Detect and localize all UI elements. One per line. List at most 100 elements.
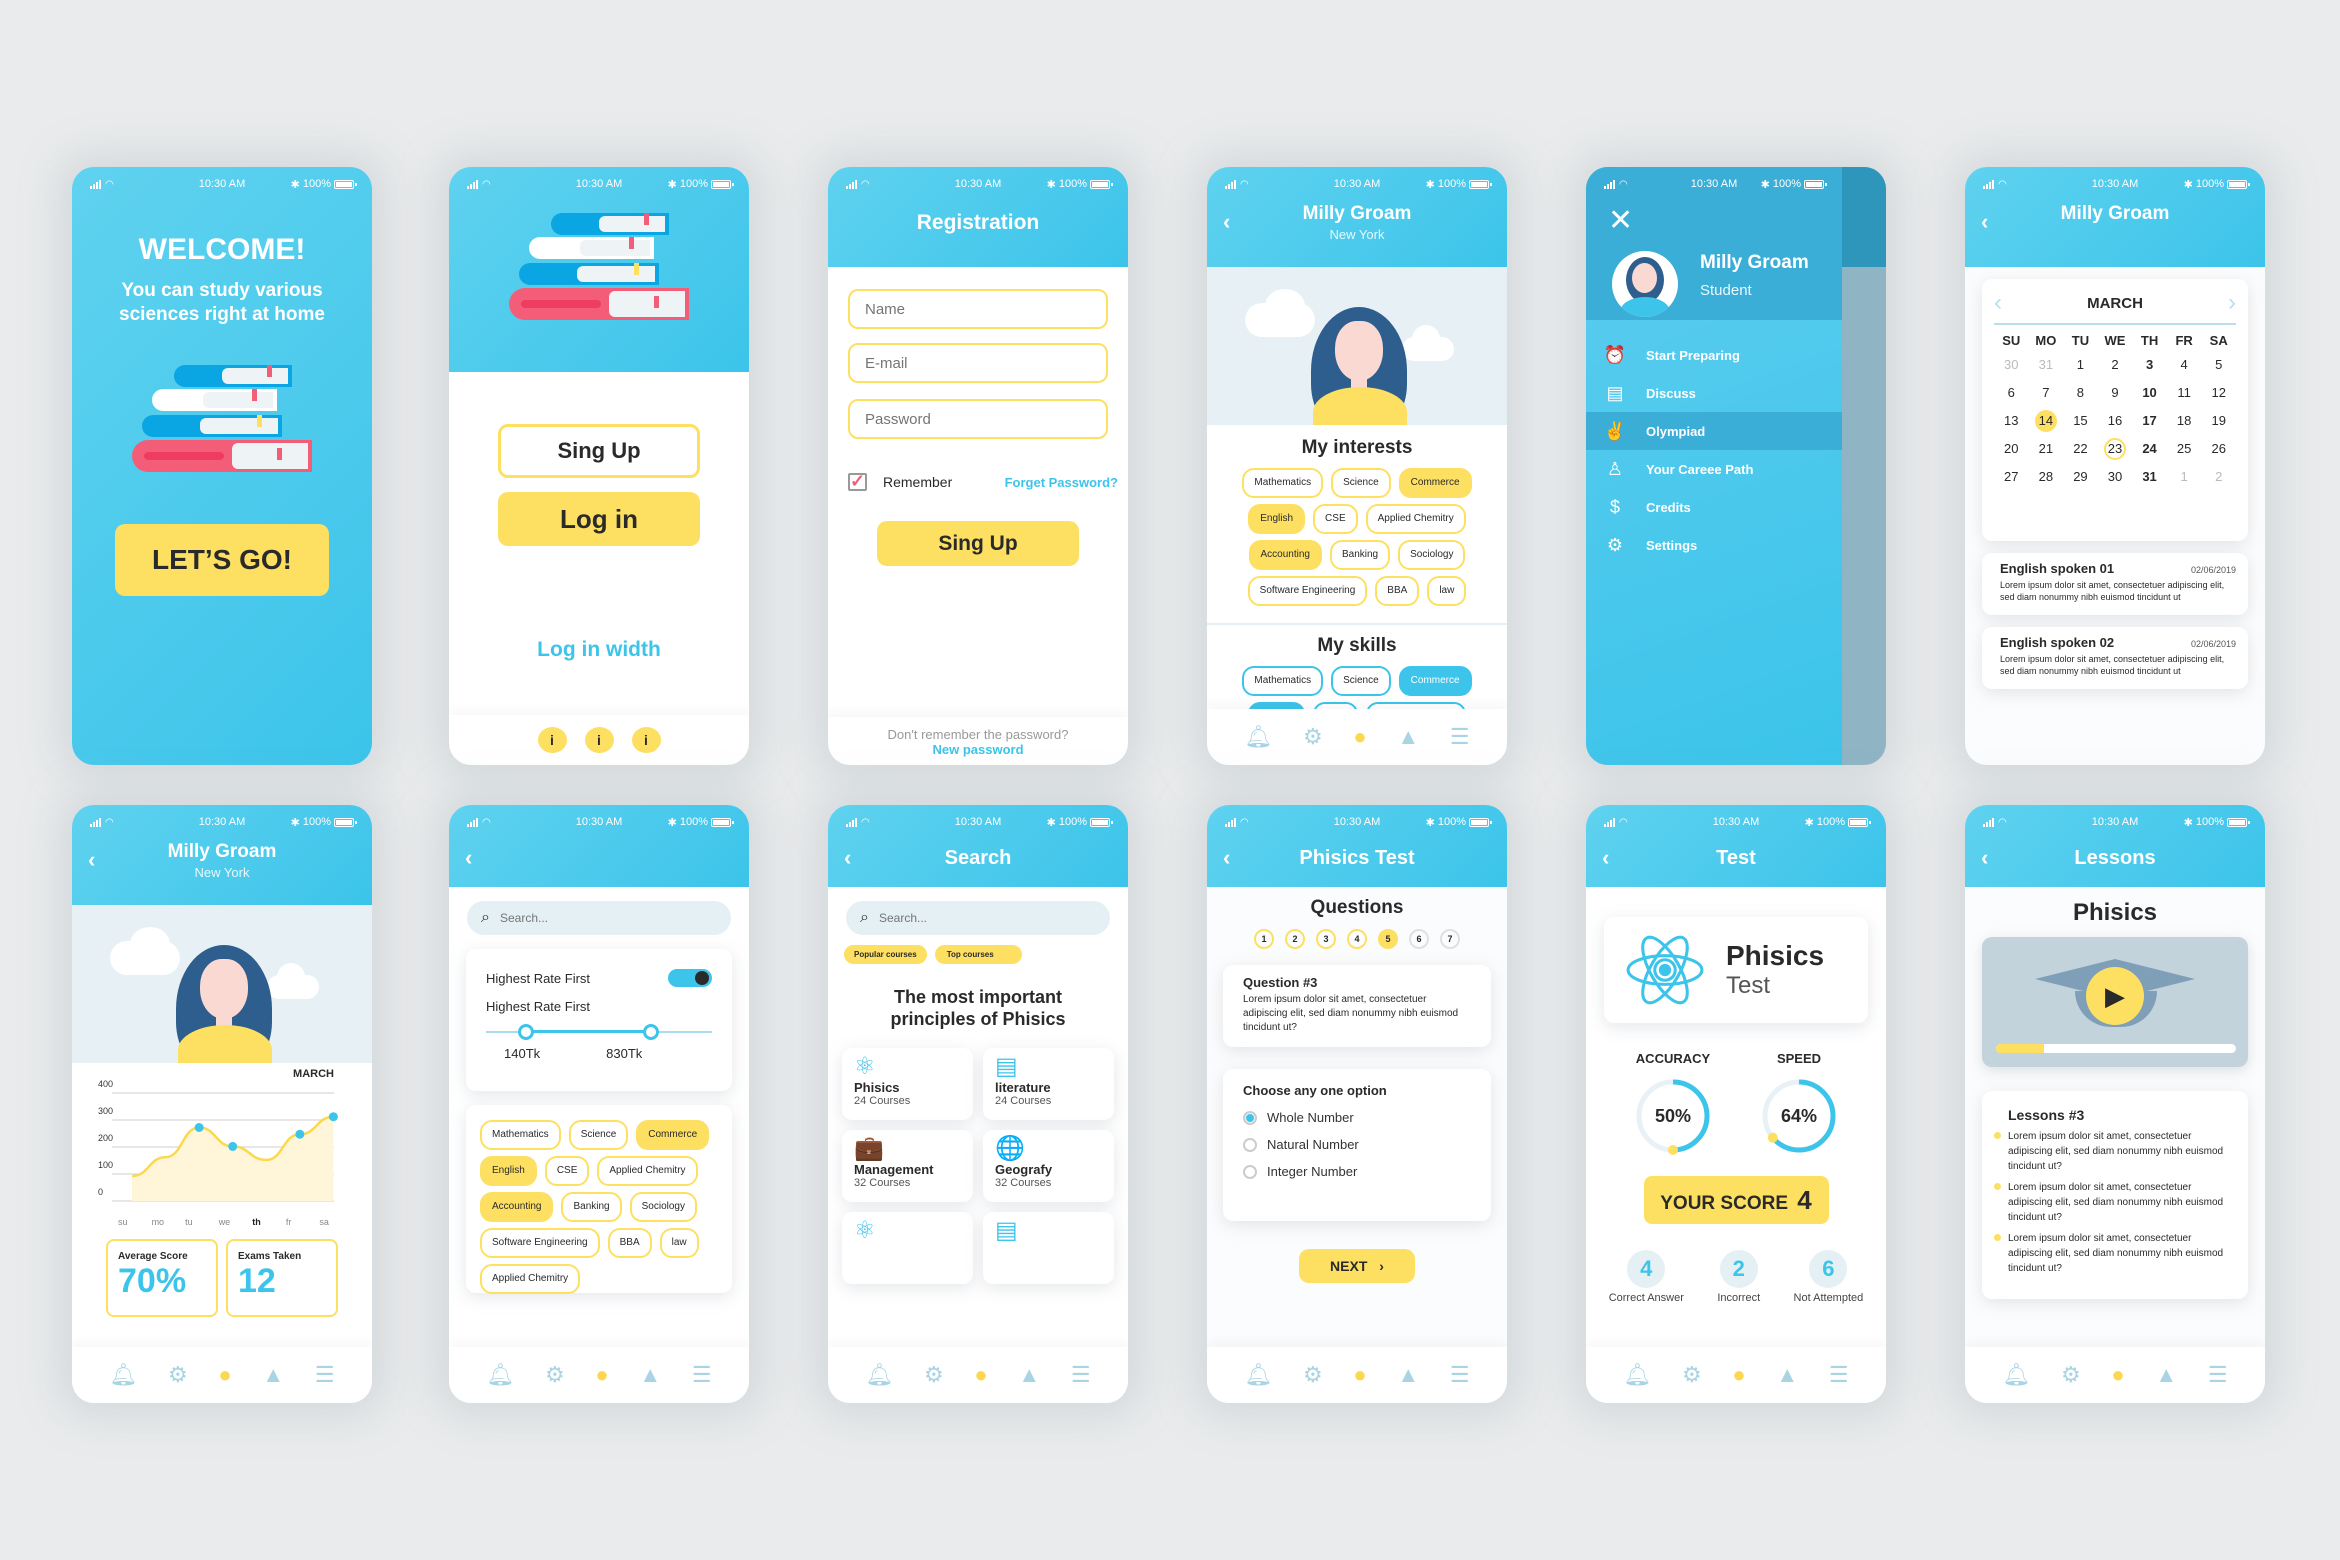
search-input[interactable]	[499, 911, 680, 925]
calendar-day[interactable]: 22	[2069, 438, 2091, 460]
graduation-cap-icon[interactable]: ▲	[1018, 1362, 1040, 1388]
course-card[interactable]: ⚛	[842, 1212, 973, 1284]
menu-icon[interactable]: ☰	[1829, 1362, 1849, 1388]
calendar-day[interactable]: 28	[2035, 466, 2057, 488]
answer-option[interactable]: Natural Number	[1243, 1137, 1471, 1152]
calendar-day[interactable]: 26	[2208, 438, 2230, 460]
range-min-handle[interactable]	[518, 1024, 534, 1040]
profile-icon[interactable]: ●	[595, 1362, 608, 1388]
event-card[interactable]: English spoken 01 02/06/2019 Lorem ipsum d…	[1982, 553, 2248, 615]
bell-icon[interactable]: 🔔︎	[2002, 1362, 2030, 1388]
question-step[interactable]: 5	[1378, 929, 1398, 949]
menu-icon[interactable]: ☰	[315, 1362, 335, 1388]
chip-science[interactable]: Science	[1331, 666, 1391, 696]
social-login-button[interactable]: i	[537, 727, 567, 753]
calendar-day[interactable]: 9	[2104, 382, 2126, 404]
question-step[interactable]: 3	[1316, 929, 1336, 949]
profile-icon[interactable]: ●	[1353, 1362, 1366, 1388]
profile-icon[interactable]: ●	[974, 1362, 987, 1388]
bell-icon[interactable]: 🔔︎	[486, 1362, 514, 1388]
graduation-cap-icon[interactable]: ▲	[1776, 1362, 1798, 1388]
graduation-cap-icon[interactable]: ▲	[1397, 1362, 1419, 1388]
name-field[interactable]	[848, 289, 1108, 329]
calendar-day[interactable]: 31	[2035, 354, 2057, 376]
calendar-day[interactable]: 6	[2000, 382, 2022, 404]
profile-icon[interactable]: ●	[2111, 1362, 2124, 1388]
social-login-button[interactable]: i	[631, 727, 661, 753]
tag-top-courses[interactable]: Top courses	[934, 945, 1022, 964]
question-step[interactable]: 1	[1254, 929, 1274, 949]
social-login-button[interactable]: i	[584, 727, 614, 753]
range-max-handle[interactable]	[643, 1024, 659, 1040]
back-icon[interactable]: ‹	[88, 847, 95, 873]
forgot-password-link[interactable]: Forget Password?	[1005, 475, 1118, 490]
bell-icon[interactable]: 🔔︎	[109, 1362, 137, 1388]
chip-cse[interactable]: CSE	[1313, 504, 1358, 534]
graduation-cap-icon[interactable]: ▲	[639, 1362, 661, 1388]
menu-item-start-preparing[interactable]: ⏰ Start Preparing	[1586, 336, 1842, 374]
gear-icon[interactable]: ⚙	[168, 1362, 188, 1388]
profile-icon[interactable]: ●	[218, 1362, 231, 1388]
chip-commerce[interactable]: Commerce	[1398, 666, 1472, 696]
new-password-link[interactable]: New password	[828, 742, 1128, 757]
next-month-icon[interactable]: ›	[2228, 289, 2236, 317]
chip-applied-chemitry[interactable]: Applied Chemitry	[480, 1264, 581, 1294]
graduation-cap-icon[interactable]: ▲	[262, 1362, 284, 1388]
gear-icon[interactable]: ⚙	[545, 1362, 565, 1388]
chip-law[interactable]: law	[1427, 576, 1467, 606]
back-icon[interactable]: ‹	[1981, 209, 1988, 235]
menu-icon[interactable]: ☰	[1450, 724, 1470, 750]
calendar-day[interactable]: 1	[2173, 466, 2195, 488]
calendar-day[interactable]: 8	[2069, 382, 2091, 404]
close-icon[interactable]: ✕	[1608, 203, 1633, 238]
chip-mathematics[interactable]: Mathematics	[1242, 666, 1324, 696]
calendar-day[interactable]: 31	[2139, 466, 2161, 488]
chip-bba[interactable]: BBA	[1375, 576, 1420, 606]
chip-applied-chemitry[interactable]: Applied Chemitry	[597, 1156, 698, 1186]
menu-item-olympiad[interactable]: ✌ Olympiad	[1586, 412, 1842, 450]
sort-toggle[interactable]	[668, 969, 712, 987]
question-step[interactable]: 4	[1347, 929, 1367, 949]
menu-item-credits[interactable]: $ Credits	[1586, 488, 1842, 526]
prev-month-icon[interactable]: ‹	[1994, 289, 2002, 317]
chip-mathematics[interactable]: Mathematics	[480, 1120, 561, 1150]
calendar-day[interactable]: 13	[2000, 410, 2022, 432]
back-icon[interactable]: ‹	[1602, 845, 1609, 871]
calendar-day[interactable]: 14	[2034, 410, 2057, 432]
course-card[interactable]: 🌐 Geografy 32 Courses	[983, 1130, 1114, 1202]
calendar-day[interactable]: 17	[2139, 410, 2161, 432]
chip-law[interactable]: law	[659, 1228, 699, 1258]
remember-checkbox[interactable]: ✓	[848, 472, 867, 491]
back-icon[interactable]: ‹	[465, 845, 472, 871]
chip-english[interactable]: English	[1248, 504, 1306, 534]
calendar-day[interactable]: 3	[2139, 354, 2161, 376]
menu-icon[interactable]: ☰	[2208, 1362, 2228, 1388]
chip-banking[interactable]: Banking	[1329, 540, 1391, 570]
chip-accounting[interactable]: Accounting	[1248, 540, 1322, 570]
back-icon[interactable]: ‹	[1223, 209, 1230, 235]
calendar-day[interactable]: 23	[2103, 438, 2126, 460]
chip-commerce[interactable]: Commerce	[1398, 468, 1472, 498]
calendar-day[interactable]: 7	[2035, 382, 2057, 404]
gear-icon[interactable]: ⚙	[1303, 724, 1323, 750]
course-card[interactable]: ⚛ Phisics 24 Courses	[842, 1048, 973, 1120]
answer-option[interactable]: Whole Number	[1243, 1110, 1471, 1125]
calendar-day[interactable]: 19	[2208, 410, 2230, 432]
radio-button[interactable]	[1243, 1164, 1257, 1179]
play-button[interactable]: ▶	[2086, 967, 2144, 1025]
course-card[interactable]: 💼 Management 32 Courses	[842, 1130, 973, 1202]
calendar-day[interactable]: 30	[2104, 466, 2126, 488]
menu-icon[interactable]: ☰	[692, 1362, 712, 1388]
chip-bba[interactable]: BBA	[607, 1228, 652, 1258]
calendar-day[interactable]: 12	[2208, 382, 2230, 404]
signup-submit-button[interactable]: Sing Up	[877, 521, 1079, 566]
menu-icon[interactable]: ☰	[1450, 1362, 1470, 1388]
chip-mathematics[interactable]: Mathematics	[1242, 468, 1324, 498]
calendar-day[interactable]: 5	[2208, 354, 2230, 376]
chip-software-engineering[interactable]: Software Engineering	[1247, 576, 1368, 606]
menu-item-your-careee-path[interactable]: ♙ Your Careee Path	[1586, 450, 1842, 488]
graduation-cap-icon[interactable]: ▲	[1397, 724, 1419, 750]
calendar-day[interactable]: 25	[2173, 438, 2195, 460]
question-step[interactable]: 2	[1285, 929, 1305, 949]
price-range-slider[interactable]	[486, 1022, 712, 1042]
